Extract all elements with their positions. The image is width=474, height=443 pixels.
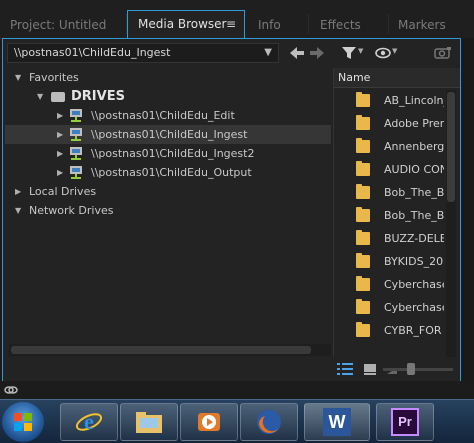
taskbar-word[interactable]: W	[304, 403, 370, 441]
tab-separator	[308, 14, 309, 34]
folder-icon	[356, 138, 370, 153]
svg-text:e: e	[84, 409, 94, 434]
view-dropdown-icon[interactable]: ▼	[392, 47, 397, 55]
taskbar-internet-explorer[interactable]: e	[60, 403, 118, 441]
tree-item-childedu-ingest2[interactable]: ▶ \\postnas01\ChildEdu_Ingest2	[5, 144, 331, 163]
path-dropdown-value: \\postnas01\ChildEdu_Ingest	[14, 46, 171, 59]
tree-item-childedu-output[interactable]: ▶ \\postnas01\ChildEdu_Output	[5, 163, 331, 182]
folder-icon	[356, 253, 370, 268]
taskbar-firefox[interactable]	[240, 403, 298, 441]
folder-icon	[356, 207, 370, 222]
chevron-right-icon[interactable]: ▶	[57, 106, 63, 125]
ingest-settings-icon[interactable]	[433, 45, 453, 61]
tree-node-local-drives[interactable]: ▶ Local Drives	[5, 182, 331, 201]
chevron-right-icon[interactable]: ▶	[57, 163, 63, 182]
network-drive-icon	[70, 166, 82, 179]
chevron-right-icon[interactable]: ▶	[57, 125, 63, 144]
column-header-name[interactable]: Name	[334, 68, 460, 88]
drive-icon	[51, 92, 65, 102]
folder-icon	[356, 276, 370, 291]
panel-menu-icon[interactable]: ≡	[226, 11, 236, 38]
list-item[interactable]: AUDIO CON	[334, 158, 444, 181]
filter-dropdown-icon[interactable]: ▼	[358, 47, 363, 55]
firefox-icon	[257, 410, 281, 434]
folder-icon	[136, 412, 162, 433]
scrollbar-thumb[interactable]	[447, 92, 455, 202]
tree-horizontal-scrollbar[interactable]	[9, 344, 331, 356]
taskbar-media-player[interactable]	[180, 403, 238, 441]
folder-icon	[356, 230, 370, 245]
list-item[interactable]: BYKIDS_201	[334, 250, 444, 273]
chevron-down-icon: ▼	[264, 47, 272, 58]
list-item[interactable]: Cyberchase	[334, 296, 444, 319]
forward-arrow-icon[interactable]	[309, 45, 325, 61]
list-item[interactable]: Adobe Prem	[334, 112, 444, 135]
tree-item-childedu-ingest[interactable]: ▶ \\postnas01\ChildEdu_Ingest	[5, 125, 331, 144]
chevron-right-icon[interactable]: ▶	[57, 144, 63, 163]
chevron-down-icon[interactable]: ▼	[15, 201, 21, 220]
folder-icon	[356, 115, 370, 130]
chevron-down-icon[interactable]: ▼	[37, 87, 43, 106]
tree-node-favorites[interactable]: ▼ Favorites	[5, 68, 331, 87]
list-item[interactable]: CYBR_FOR	[334, 319, 444, 342]
tab-project[interactable]: Project: Untitled	[0, 12, 126, 38]
back-arrow-icon[interactable]	[289, 45, 305, 61]
media-player-icon	[198, 413, 220, 431]
premiere-icon: Pr	[391, 408, 419, 436]
internet-explorer-icon: e	[75, 409, 103, 434]
link-icon[interactable]	[4, 383, 18, 397]
windows-logo-icon	[14, 413, 32, 431]
word-icon: W	[323, 408, 351, 436]
folder-icon	[356, 161, 370, 176]
tree-item-childedu-edit[interactable]: ▶ \\postnas01\ChildEdu_Edit	[5, 106, 331, 125]
folder-icon	[356, 322, 370, 337]
list-item[interactable]: BUZZ-DELE	[334, 227, 444, 250]
media-browser-panel: \\postnas01\ChildEdu_Ingest ▼ ▼ ▼ ▼ Favo…	[2, 38, 461, 381]
chevron-right-icon[interactable]: ▶	[15, 182, 21, 201]
scrollbar-thumb[interactable]	[11, 346, 311, 354]
zoom-slider-handle[interactable]	[407, 363, 415, 375]
list-view-icon[interactable]	[337, 362, 353, 376]
icon-view-icon[interactable]	[363, 362, 377, 376]
list-item[interactable]: Bob_The_B	[334, 181, 444, 204]
network-drive-icon	[70, 109, 82, 122]
folder-icon	[356, 299, 370, 314]
list-item[interactable]: Annenberg_	[334, 135, 444, 158]
taskbar-premiere[interactable]: Pr	[376, 403, 434, 441]
windows-taskbar: e W Pr	[0, 399, 474, 443]
network-drive-icon	[70, 128, 82, 141]
panel-bottom-bar	[3, 357, 460, 381]
tree-node-drives[interactable]: ▼ DRIVES	[5, 87, 331, 106]
path-dropdown[interactable]: \\postnas01\ChildEdu_Ingest ▼	[7, 43, 279, 63]
list-item[interactable]: Cyberchase	[334, 273, 444, 296]
network-drive-icon	[70, 147, 82, 160]
tab-info[interactable]: Info	[248, 12, 308, 38]
eye-icon[interactable]	[375, 45, 391, 61]
tree-node-network-drives[interactable]: ▼ Network Drives	[5, 201, 331, 220]
zoom-slider-track[interactable]	[383, 368, 453, 371]
status-line	[0, 381, 474, 399]
taskbar-file-explorer[interactable]	[120, 403, 178, 441]
panel-tab-bar: Project: Untitled Media Browser ≡ Info E…	[0, 0, 474, 39]
tab-effects[interactable]: Effects	[310, 12, 390, 38]
media-browser-toolbar: \\postnas01\ChildEdu_Ingest ▼ ▼ ▼	[3, 39, 460, 67]
list-item[interactable]: AB_Lincoln_	[334, 89, 444, 112]
start-orb-icon[interactable]	[2, 402, 44, 442]
list-item[interactable]: Bob_The_B	[334, 204, 444, 227]
folder-icon	[356, 92, 370, 107]
file-list: Name AB_Lincoln_ Adobe Prem Annenberg_ A…	[334, 68, 460, 378]
list-vertical-scrollbar[interactable]	[446, 90, 456, 376]
filter-icon[interactable]	[341, 45, 357, 61]
chevron-down-icon[interactable]: ▼	[15, 68, 21, 87]
navigator-tree: ▼ Favorites ▼ DRIVES ▶ \\postnas01\Child…	[5, 68, 331, 378]
tab-markers[interactable]: Markers	[388, 12, 474, 38]
folder-icon	[356, 184, 370, 199]
tab-media-browser[interactable]: Media Browser ≡	[127, 10, 245, 39]
